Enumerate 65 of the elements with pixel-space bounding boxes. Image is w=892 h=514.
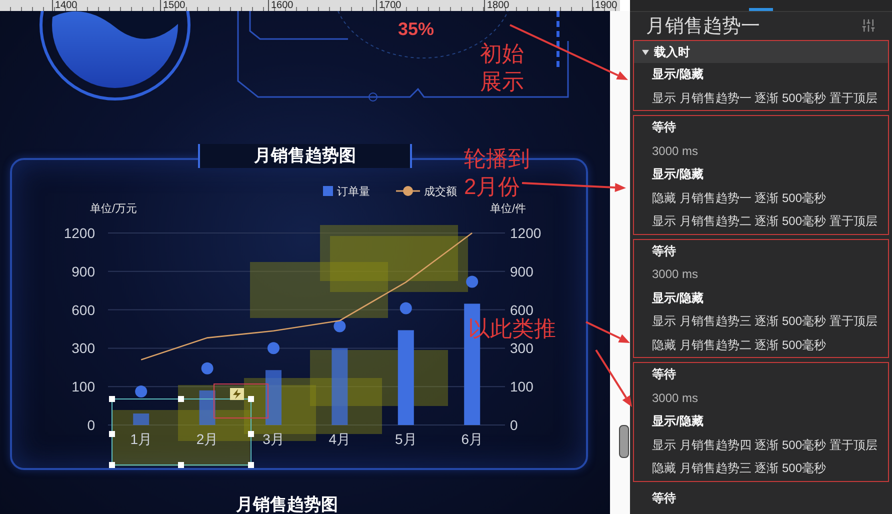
axis-tick-label: 300 bbox=[72, 340, 95, 356]
axis-tick-label: 100 bbox=[72, 378, 95, 395]
chart-title: 月销售趋势图 bbox=[198, 144, 412, 168]
category-label: 4月 bbox=[328, 431, 351, 447]
action-detail: 显示 月销售趋势一 逐渐 500毫秒 置于顶层 bbox=[651, 90, 878, 106]
annotation-arrow bbox=[586, 321, 630, 343]
hover-frame bbox=[214, 384, 268, 418]
axis-tick-label: 600 bbox=[72, 302, 95, 318]
bar-top-marker bbox=[466, 276, 478, 288]
bar-top-marker bbox=[400, 302, 412, 314]
category-label: 5月 bbox=[395, 431, 417, 447]
bar-top-marker bbox=[135, 386, 148, 398]
action-detail: 隐藏 月销售趋势二 逐渐 500毫秒 bbox=[651, 336, 828, 354]
bar bbox=[199, 390, 216, 425]
axis-tick-label: 1200 bbox=[64, 225, 95, 241]
axis-title: 单位/万元 bbox=[90, 203, 138, 215]
settings-icon[interactable] bbox=[861, 18, 876, 33]
bar-top-marker bbox=[268, 342, 280, 354]
action-title[interactable]: 等待 bbox=[634, 486, 888, 510]
legend-label: 订单量 bbox=[337, 186, 370, 198]
axis-tick-label: 0 bbox=[87, 417, 95, 433]
action-title[interactable]: 显示/隐藏 bbox=[634, 163, 888, 186]
action-detail: 3000 ms bbox=[651, 266, 700, 283]
trigger-label: 载入时 bbox=[654, 44, 690, 60]
progress-value: 35% bbox=[398, 19, 434, 40]
annotation-arrow bbox=[595, 349, 632, 407]
bar bbox=[133, 414, 150, 425]
axis-tick-label: 600 bbox=[510, 302, 534, 318]
action-detail: 隐藏 月销售趋势三 逐渐 500毫秒 bbox=[651, 460, 828, 477]
action-title[interactable]: 显示/隐藏 bbox=[634, 410, 888, 434]
selection-frame[interactable] bbox=[109, 396, 254, 468]
tab-indicator bbox=[749, 8, 773, 11]
action-detail: 3000 ms bbox=[651, 142, 700, 160]
action-title[interactable]: 等待 bbox=[634, 363, 888, 386]
action-title[interactable]: 等待 bbox=[634, 240, 888, 263]
bar-top-marker bbox=[201, 362, 214, 374]
axis-tick-label: 0 bbox=[510, 417, 518, 433]
action-title[interactable]: 等待 bbox=[634, 116, 888, 140]
category-label: 2月 bbox=[196, 431, 218, 447]
category-label: 1月 bbox=[130, 431, 152, 447]
scrollbar-thumb[interactable] bbox=[619, 425, 629, 458]
action-title[interactable]: 显示/隐藏 bbox=[634, 286, 888, 310]
lightning-icon[interactable] bbox=[230, 388, 244, 400]
action-detail: 隐藏 月销售趋势一 逐渐 500毫秒 bbox=[651, 190, 828, 206]
action-detail: 显示 月销售趋势二 逐渐 500毫秒 置于顶层 bbox=[651, 213, 878, 230]
axis-tick-label: 300 bbox=[510, 340, 534, 356]
axis-tick-label: 100 bbox=[510, 378, 534, 395]
bar-top-marker bbox=[334, 320, 346, 332]
annotation-text: 轮播到2月份 bbox=[464, 145, 531, 201]
annotation-text: 初始展示 bbox=[480, 40, 524, 96]
bar bbox=[266, 370, 282, 425]
action-detail: 显示 月销售趋势四 逐渐 500毫秒 置于顶层 bbox=[651, 436, 878, 454]
category-label: 3月 bbox=[262, 431, 284, 447]
legend-label: 成交额 bbox=[424, 186, 457, 198]
trigger-header[interactable]: 载入时 bbox=[634, 41, 888, 63]
chart-title: 月销售趋势图 bbox=[236, 495, 338, 514]
panel-title: 月销售趋势一 bbox=[646, 14, 760, 38]
action-title[interactable]: 显示/隐藏 bbox=[634, 63, 888, 86]
action-detail: 3000 ms bbox=[651, 390, 700, 406]
axis-tick-label: 1200 bbox=[510, 225, 542, 241]
axis-tick-label: 900 bbox=[510, 263, 534, 280]
axis-title: 单位/件 bbox=[490, 203, 526, 215]
axis-tick-label: 900 bbox=[72, 263, 95, 280]
category-label: 6月 bbox=[461, 431, 483, 447]
action-detail: 显示 月销售趋势三 逐渐 500毫秒 置于顶层 bbox=[651, 313, 878, 330]
